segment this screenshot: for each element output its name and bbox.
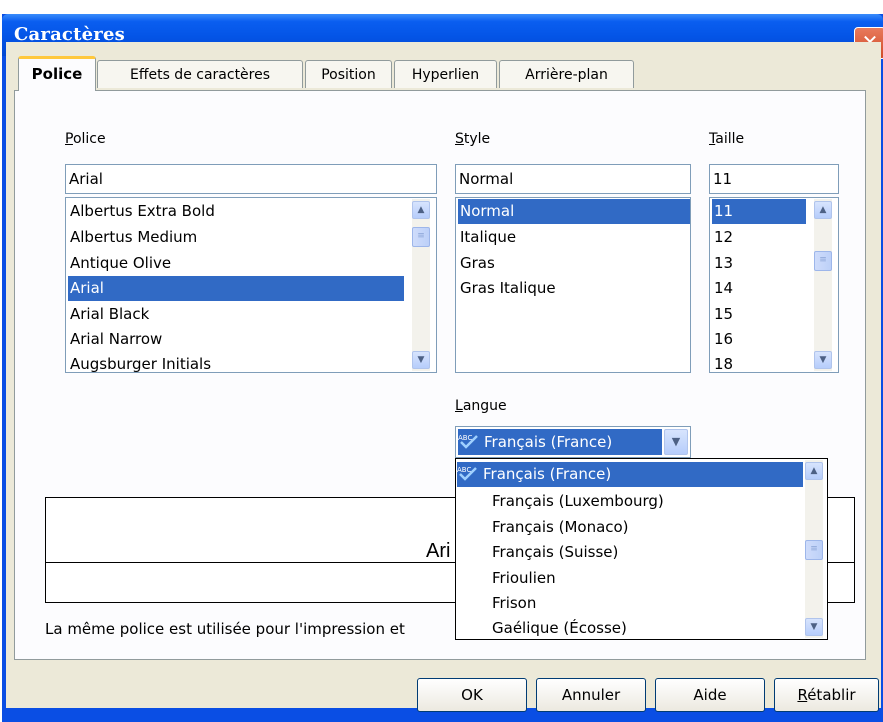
language-combobox[interactable]: ABC Français (France) ▼: [455, 426, 691, 458]
svg-text:ABC: ABC: [457, 466, 471, 474]
size-list[interactable]: 11 12 13 14 15 16 18 ▲ ≡ ▼: [709, 197, 839, 373]
scroll-down-icon[interactable]: ▼: [412, 351, 430, 369]
style-label: Style: [455, 131, 491, 147]
tab-arriere-plan[interactable]: Arrière-plan: [499, 60, 634, 88]
scroll-thumb[interactable]: ≡: [412, 227, 430, 247]
size-list-item[interactable]: 15: [712, 302, 806, 327]
size-input[interactable]: 11: [709, 164, 839, 194]
language-label: Langue: [455, 398, 507, 414]
style-list-item[interactable]: Gras Italique: [458, 276, 690, 301]
language-option[interactable]: Français (Suisse): [490, 540, 618, 565]
font-list-item[interactable]: Albertus Extra Bold: [68, 199, 408, 224]
tab-effets-de-caracteres[interactable]: Effets de caractères: [97, 60, 303, 88]
preview-text: Ari: [426, 540, 451, 562]
font-list-item[interactable]: Arial Narrow: [68, 327, 408, 352]
tab-position[interactable]: Position: [305, 60, 392, 88]
style-input[interactable]: Normal: [455, 164, 691, 194]
language-list-scrollbar[interactable]: ▲ ≡ ▼: [805, 460, 823, 638]
language-option[interactable]: Français (Monaco): [490, 515, 629, 540]
chevron-down-icon[interactable]: ▼: [664, 429, 688, 455]
style-list[interactable]: Normal Italique Gras Gras Italique: [455, 197, 691, 373]
ok-button[interactable]: OK: [417, 678, 527, 712]
scroll-up-icon[interactable]: ▲: [412, 201, 430, 219]
size-list-scrollbar[interactable]: ▲ ≡ ▼: [814, 199, 832, 371]
size-list-item[interactable]: 14: [712, 276, 806, 301]
tab-label: Police: [31, 65, 83, 83]
scroll-down-icon[interactable]: ▼: [814, 351, 832, 369]
font-list-item[interactable]: Antique Olive: [68, 251, 408, 276]
style-list-item[interactable]: Italique: [458, 225, 690, 250]
language-option[interactable]: Frioulien: [490, 566, 556, 591]
font-list-item[interactable]: Albertus Medium: [68, 225, 408, 250]
tab-label: Arrière-plan: [525, 67, 608, 83]
spellcheck-icon: ABC: [457, 466, 477, 481]
tab-police[interactable]: Police: [18, 56, 96, 91]
spellcheck-icon: ABC: [458, 434, 478, 449]
size-label: Taille: [709, 131, 745, 147]
language-combobox-value: ABC Français (France): [458, 429, 662, 455]
size-list-item[interactable]: 16: [712, 327, 806, 352]
size-list-item[interactable]: 12: [712, 225, 806, 250]
font-list-item[interactable]: Augsburger Initials: [68, 352, 408, 372]
language-option[interactable]: Français (Luxembourg): [490, 489, 664, 514]
font-name-input[interactable]: Arial: [65, 164, 437, 194]
tab-hyperlien[interactable]: Hyperlien: [394, 60, 497, 88]
language-option[interactable]: Gaélique (Écosse): [490, 616, 627, 641]
language-option[interactable]: Frison: [490, 591, 536, 616]
size-list-item[interactable]: 13: [712, 251, 806, 276]
font-list-scrollbar[interactable]: ▲ ≡ ▼: [412, 199, 430, 371]
tab-label: Effets de caractères: [129, 67, 271, 83]
language-option-label: Français (France): [483, 465, 612, 483]
scroll-up-icon[interactable]: ▲: [805, 462, 823, 480]
reset-button[interactable]: Rétablir: [774, 678, 879, 712]
cancel-button[interactable]: Annuler: [536, 678, 646, 712]
help-button[interactable]: Aide: [655, 678, 765, 712]
scroll-thumb[interactable]: ≡: [805, 540, 823, 560]
info-text: La même police est utilisée pour l'impre…: [45, 620, 405, 638]
font-label: Police: [65, 131, 106, 147]
language-value-text: Français (France): [484, 433, 613, 451]
language-dropdown-list[interactable]: ABC Français (France) Français (Luxembou…: [455, 458, 828, 640]
font-list[interactable]: Albertus Extra Bold Albertus Medium Anti…: [65, 197, 437, 373]
size-list-item-selected[interactable]: 11: [712, 199, 806, 224]
font-list-item[interactable]: Arial Black: [68, 302, 408, 327]
tab-label: Position: [321, 67, 376, 83]
style-list-item-selected[interactable]: Normal: [458, 199, 690, 224]
scroll-down-icon[interactable]: ▼: [805, 618, 823, 636]
size-list-item[interactable]: 18: [712, 352, 806, 372]
font-list-item-selected[interactable]: Arial: [68, 276, 404, 301]
style-list-item[interactable]: Gras: [458, 251, 690, 276]
scroll-thumb[interactable]: ≡: [814, 251, 832, 271]
scroll-up-icon[interactable]: ▲: [814, 201, 832, 219]
tab-label: Hyperlien: [411, 67, 480, 83]
svg-text:ABC: ABC: [458, 434, 472, 442]
language-option-selected[interactable]: ABC Français (France): [457, 462, 803, 487]
